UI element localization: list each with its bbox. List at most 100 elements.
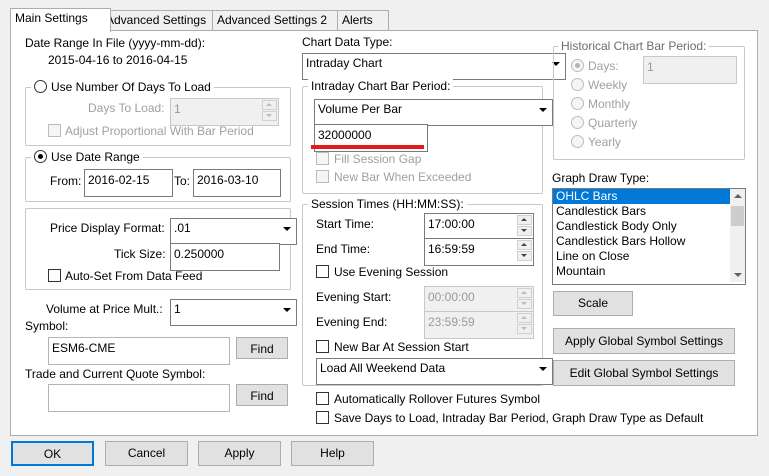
monthly-radio[interactable]: [571, 97, 584, 110]
tab-advanced-settings[interactable]: Advanced Settings: [101, 10, 222, 31]
intraday-type-value: Volume Per Bar: [318, 102, 403, 116]
help-button[interactable]: Help: [291, 441, 374, 466]
trade-symbol-find-button[interactable]: Find: [236, 384, 288, 406]
start-time-input[interactable]: 17:00:00: [424, 213, 534, 241]
tick-size-input[interactable]: 0.250000: [170, 243, 280, 271]
evening-end-spinner[interactable]: [517, 313, 532, 334]
trade-symbol-input[interactable]: [48, 384, 230, 412]
apply-global-settings-button[interactable]: Apply Global Symbol Settings: [553, 328, 735, 354]
symbol-find-button[interactable]: Find: [236, 337, 288, 359]
edit-global-settings-button[interactable]: Edit Global Symbol Settings: [553, 360, 735, 386]
volume-mult-select[interactable]: 1: [170, 299, 297, 326]
apply-button[interactable]: Apply: [198, 441, 281, 466]
list-item[interactable]: Candlestick Body Only: [553, 219, 745, 234]
chart-data-type-label: Chart Data Type:: [302, 35, 393, 49]
to-date-input[interactable]: 2016-03-10: [193, 169, 281, 197]
yearly-label: Yearly: [588, 135, 621, 149]
symbol-label: Symbol:: [25, 319, 69, 333]
evening-session-label: Use Evening Session: [334, 265, 449, 279]
historical-days-input[interactable]: 1: [643, 56, 737, 84]
use-date-range-radio-label: Use Date Range: [51, 150, 140, 164]
tab-main-settings[interactable]: Main Settings: [10, 8, 111, 32]
chart-data-type-select[interactable]: Intraday Chart: [302, 53, 566, 80]
list-scrollbar[interactable]: [730, 189, 745, 282]
date-range-label: Date Range In File (yyyy-mm-dd):: [25, 36, 206, 50]
weekend-data-select[interactable]: Load All Weekend Data: [316, 358, 553, 385]
to-label: To:: [174, 174, 191, 188]
auto-set-label: Auto-Set From Data Feed: [65, 269, 203, 283]
monthly-label: Monthly: [588, 97, 631, 111]
highlight-underline: [311, 145, 424, 149]
quarterly-radio[interactable]: [571, 116, 584, 129]
list-item[interactable]: OHLC Bars: [553, 189, 745, 204]
historical-group-title: Historical Chart Bar Period:: [558, 39, 710, 53]
evening-session-checkbox[interactable]: [316, 265, 329, 278]
days-radio-label: Days:: [588, 59, 619, 73]
scroll-up-icon[interactable]: [730, 189, 745, 204]
quarterly-label: Quarterly: [588, 116, 638, 130]
start-time-label: Start Time:: [316, 217, 375, 231]
save-default-checkbox[interactable]: [316, 411, 329, 424]
trade-symbol-label: Trade and Current Quote Symbol:: [25, 367, 206, 381]
symbol-input[interactable]: ESM6-CME: [48, 337, 230, 365]
list-item[interactable]: Candlestick Bars Hollow: [553, 234, 745, 249]
price-format-value: .01: [174, 221, 191, 235]
use-date-range-radio[interactable]: [34, 150, 47, 163]
end-time-spinner[interactable]: [517, 240, 532, 261]
days-to-load-radio[interactable]: [34, 80, 47, 93]
chart-data-type-value: Intraday Chart: [306, 56, 383, 70]
fill-session-gap-label: Fill Session Gap: [334, 152, 422, 166]
start-time-value: 17:00:00: [428, 217, 475, 231]
tab-advanced-settings-2[interactable]: Advanced Settings 2: [212, 10, 347, 31]
days-to-load-spinner[interactable]: [262, 100, 277, 121]
chevron-down-icon: [279, 221, 294, 236]
ok-button[interactable]: OK: [11, 441, 94, 466]
from-label: From:: [50, 174, 82, 188]
chevron-down-icon: [535, 361, 550, 376]
end-time-value: 16:59:59: [428, 242, 475, 256]
rollover-label: Automatically Rollover Futures Symbol: [334, 392, 541, 406]
scroll-down-icon[interactable]: [730, 267, 745, 282]
evening-start-spinner[interactable]: [517, 288, 532, 309]
new-bar-exceeded-checkbox[interactable]: [316, 170, 329, 183]
chevron-down-icon: [535, 102, 550, 117]
new-bar-exceeded-label: New Bar When Exceeded: [334, 170, 472, 184]
evening-start-value: 00:00:00: [428, 290, 475, 304]
cancel-button[interactable]: Cancel: [105, 441, 188, 466]
days-to-load-radio-row[interactable]: Use Number Of Days To Load: [31, 80, 214, 94]
weekly-radio[interactable]: [571, 78, 584, 91]
list-item[interactable]: Mountain: [553, 264, 745, 279]
yearly-radio[interactable]: [571, 135, 584, 148]
graph-draw-type-list[interactable]: OHLC Bars Candlestick Bars Candlestick B…: [552, 188, 746, 285]
price-format-select[interactable]: .01: [170, 218, 297, 245]
new-bar-session-start-label: New Bar At Session Start: [334, 340, 469, 354]
rollover-checkbox[interactable]: [316, 392, 329, 405]
auto-set-checkbox[interactable]: [48, 269, 61, 282]
days-radio[interactable]: [571, 59, 584, 72]
list-item[interactable]: Candlestick Bars: [553, 204, 745, 219]
start-time-spinner[interactable]: [517, 215, 532, 236]
graph-draw-type-label: Graph Draw Type:: [552, 171, 650, 185]
intraday-type-select[interactable]: Volume Per Bar: [314, 99, 553, 126]
new-bar-session-start-checkbox[interactable]: [316, 340, 329, 353]
days-to-load-input[interactable]: 1: [170, 98, 279, 126]
intraday-group-title: Intraday Chart Bar Period:: [308, 79, 454, 93]
evening-end-input[interactable]: 23:59:59: [424, 311, 534, 339]
end-time-label: End Time:: [316, 242, 371, 256]
tab-alerts[interactable]: Alerts: [337, 10, 389, 31]
save-default-label: Save Days to Load, Intraday Bar Period, …: [334, 411, 704, 425]
weekend-data-value: Load All Weekend Data: [320, 361, 446, 375]
evening-start-input[interactable]: 00:00:00: [424, 286, 534, 314]
from-date-input[interactable]: 2016-02-15: [84, 169, 173, 197]
scale-button[interactable]: Scale: [553, 291, 633, 316]
scrollbar-thumb[interactable]: [731, 206, 744, 226]
end-time-input[interactable]: 16:59:59: [424, 238, 534, 266]
fill-session-gap-checkbox[interactable]: [316, 152, 329, 165]
list-item[interactable]: Line on Close: [553, 249, 745, 264]
chevron-down-icon: [279, 302, 294, 317]
volume-mult-value: 1: [174, 302, 181, 316]
tick-size-label: Tick Size:: [114, 247, 166, 261]
use-date-range-radio-row[interactable]: Use Date Range: [31, 150, 143, 164]
adjust-proportional-checkbox[interactable]: [48, 124, 61, 137]
evening-end-value: 23:59:59: [428, 315, 475, 329]
